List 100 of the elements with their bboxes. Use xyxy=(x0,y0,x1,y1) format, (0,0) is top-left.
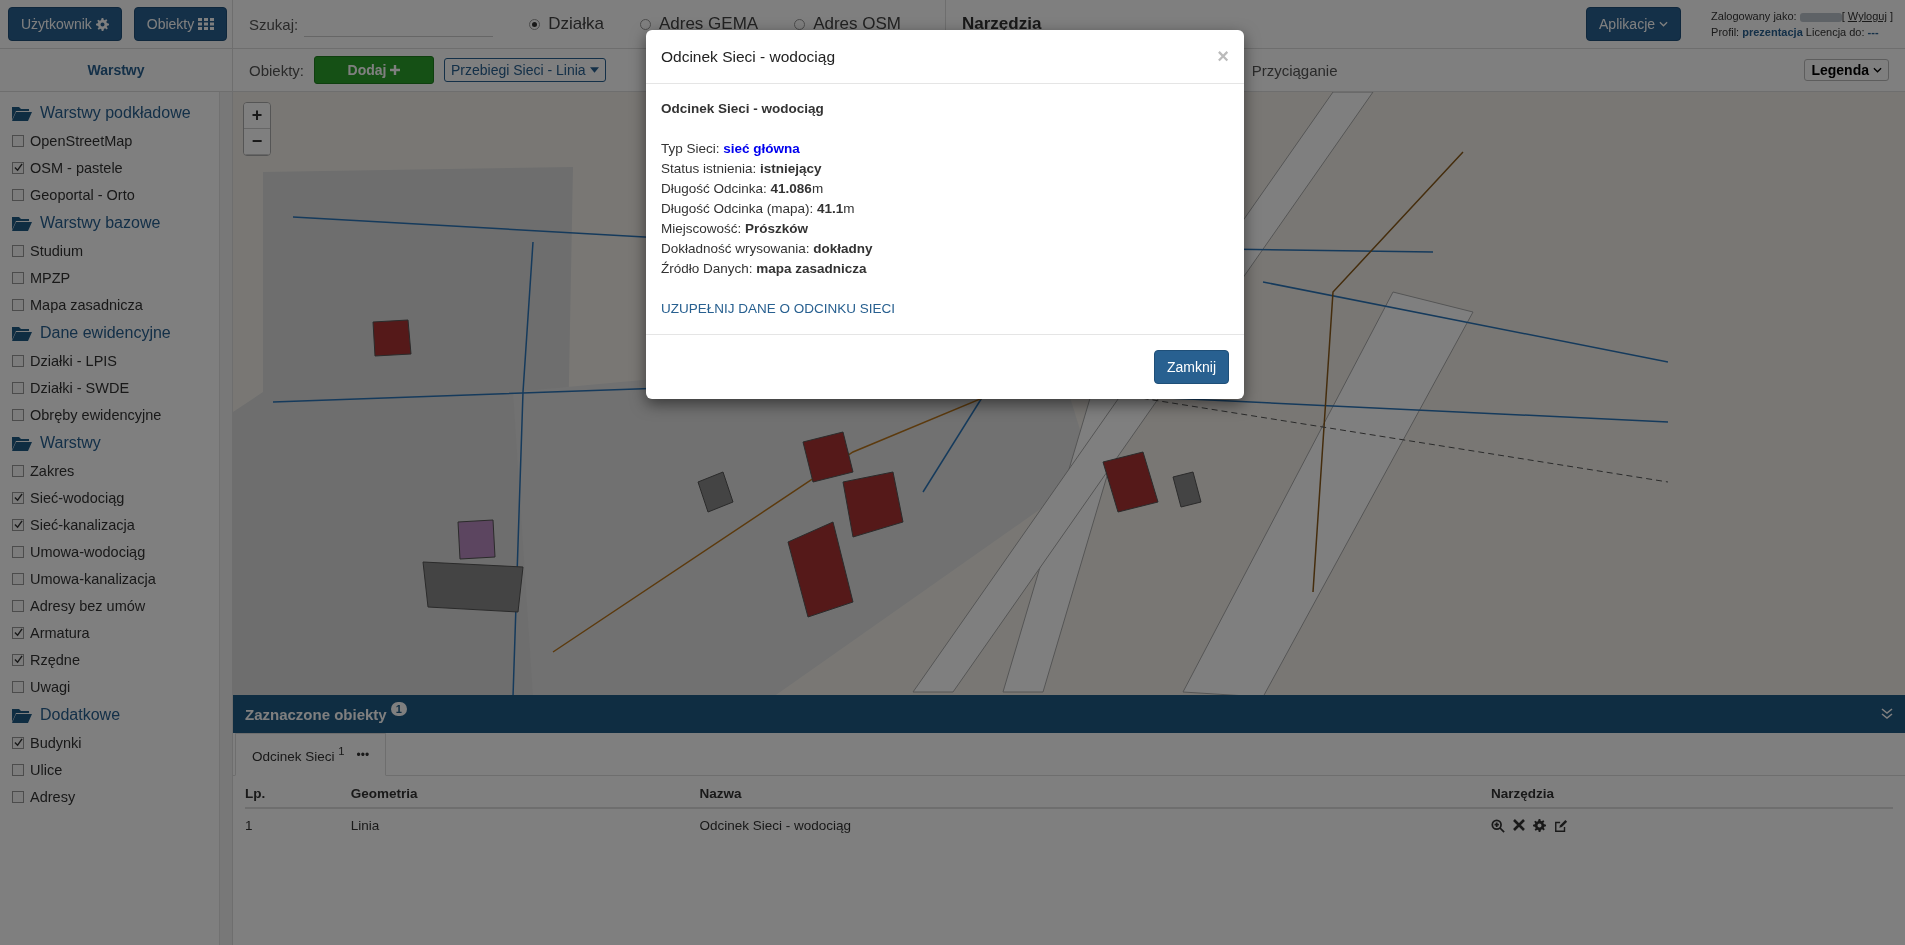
panel-title: Zaznaczone obiekty xyxy=(245,705,387,723)
caret-icon xyxy=(589,67,599,73)
layer-checkbox[interactable] xyxy=(12,736,24,749)
layer-checkbox[interactable] xyxy=(12,491,24,504)
folder-icon xyxy=(12,435,32,451)
layer-checkbox[interactable] xyxy=(12,599,24,612)
caret-icon xyxy=(1873,67,1882,73)
layer-label: Ulice xyxy=(30,761,63,778)
scrollbar[interactable] xyxy=(219,92,232,945)
attribute-line: Dokładność wrysowania: dokładny xyxy=(661,240,874,258)
objects-button[interactable]: Obiekty xyxy=(133,7,228,41)
layer-checkbox[interactable] xyxy=(12,545,24,558)
toolbar-label: Obiekty: xyxy=(249,61,305,79)
login-label: Zalogowany jako: xyxy=(1711,10,1797,22)
snapping-label[interactable]: Przyciąganie xyxy=(1251,61,1338,79)
close-icon[interactable] xyxy=(1512,818,1525,831)
collapse-icon[interactable] xyxy=(1881,708,1893,720)
layer-checkbox[interactable] xyxy=(12,518,24,531)
layer-checkbox[interactable] xyxy=(12,381,24,394)
legend-button[interactable]: Legenda xyxy=(1804,59,1889,81)
layer-checkbox[interactable] xyxy=(12,161,24,174)
layer-label: Działki - LPIS xyxy=(30,352,118,369)
folder-icon xyxy=(12,105,32,121)
profile-label: Profil: xyxy=(1711,26,1740,38)
column-header: Geometria xyxy=(350,776,700,808)
more-icon[interactable]: ••• xyxy=(356,747,370,762)
layer-checkbox[interactable] xyxy=(12,298,24,311)
settings-icon xyxy=(1532,818,1546,832)
layer-checkbox[interactable] xyxy=(12,464,24,477)
layer-checkbox[interactable] xyxy=(12,680,24,693)
complete-data-link[interactable]: UZUPEŁNIJ DANE O ODCINKU SIECI xyxy=(661,299,896,319)
layer-label: Budynki xyxy=(30,734,82,751)
radio-button[interactable] xyxy=(529,18,541,30)
count-badge: 1 xyxy=(390,702,407,716)
layer-label: Mapa zasadnicza xyxy=(30,296,143,313)
layer-label: Sieć-wodociąg xyxy=(30,489,125,506)
layer-checkbox[interactable] xyxy=(12,134,24,147)
user-button[interactable]: Użytkownik xyxy=(8,7,122,41)
sidebar-title: Warstwy xyxy=(0,49,233,91)
layer-label: Umowa-wodociąg xyxy=(30,543,146,560)
modal-heading: Odcinek Sieci - wodociąg xyxy=(661,100,825,118)
layer-label: Uwagi xyxy=(30,678,71,695)
layer-label: Działki - SWDE xyxy=(30,379,130,396)
attribute-line: Status istnienia: istniejący xyxy=(661,160,823,178)
license-value: --- xyxy=(1867,26,1879,38)
layer-label: Zakres xyxy=(30,462,75,479)
layer-checkbox[interactable] xyxy=(12,408,24,421)
grid-icon xyxy=(198,18,215,30)
plus-icon xyxy=(390,65,401,75)
caret-icon xyxy=(1659,21,1669,27)
layer-label: OSM - pastele xyxy=(30,159,123,176)
layer-checkbox[interactable] xyxy=(12,271,24,284)
layer-checkbox[interactable] xyxy=(12,790,24,803)
redacted-username xyxy=(1799,12,1842,22)
layer-label: Obręby ewidencyjne xyxy=(30,406,162,423)
apps-button[interactable]: Aplikacje xyxy=(1586,7,1682,41)
layer-checkbox[interactable] xyxy=(12,653,24,666)
bracket: ] xyxy=(1889,10,1893,22)
layer-label: Rzędne xyxy=(30,651,80,668)
column-header: Nazwa xyxy=(699,776,1491,808)
radio-label: Działka xyxy=(548,14,604,34)
layer-checkbox[interactable] xyxy=(12,572,24,585)
layer-label: Sieć-kanalizacja xyxy=(30,516,135,533)
modal-title: Odcinek Sieci - wodociąg xyxy=(661,47,836,66)
layer-label: Adresy bez umów xyxy=(30,597,146,614)
layer-checkbox[interactable] xyxy=(12,763,24,776)
attribute-line: Długość Odcinka: 41.086m xyxy=(661,180,825,198)
group-title: Warstwy podkładowe xyxy=(40,104,191,122)
logout-link[interactable]: Wyloguj xyxy=(1847,10,1887,22)
layer-label: MPZP xyxy=(30,269,71,286)
layer-checkbox[interactable] xyxy=(12,188,24,201)
zoom-in-button[interactable]: + xyxy=(244,103,270,129)
layer-checkbox[interactable] xyxy=(12,626,24,639)
group-title: Warstwy xyxy=(40,434,101,452)
layer-checkbox[interactable] xyxy=(12,354,24,367)
radio-button[interactable] xyxy=(794,18,806,30)
folder-icon xyxy=(12,707,32,723)
license-label: Licencja do: xyxy=(1805,26,1865,38)
folder-icon xyxy=(12,325,32,341)
group-title: Dodatkowe xyxy=(40,706,121,724)
bracket: [ xyxy=(1841,10,1845,22)
layer-checkbox[interactable] xyxy=(12,244,24,257)
add-button[interactable]: Dodaj xyxy=(314,56,435,84)
zoom-out-button[interactable]: − xyxy=(244,129,270,155)
group-title: Dane ewidencyjne xyxy=(40,324,171,342)
group-title: Warstwy bazowe xyxy=(40,214,161,232)
close-dialog-button[interactable]: Zamknij xyxy=(1154,350,1229,384)
attribute-line: Typ Sieci: sieć główna xyxy=(661,140,801,158)
edit-icon[interactable] xyxy=(1553,818,1568,833)
layer-select[interactable]: Przebiegi Sieci - Linia xyxy=(444,58,606,82)
gear-icon xyxy=(95,17,109,31)
zoom-icon[interactable] xyxy=(1490,818,1505,833)
table-cell: Odcinek Sieci - wodociąg xyxy=(699,808,1491,842)
column-header: Narzędzia xyxy=(1490,776,1893,808)
radio-label: Adres OSM xyxy=(813,14,901,34)
result-tab[interactable]: Odcinek Sieci $^{1}$ ••• xyxy=(235,733,387,776)
table-cell: Linia xyxy=(350,808,700,842)
layer-label: Studium xyxy=(30,242,84,259)
radio-button[interactable] xyxy=(639,18,651,30)
search-label: Szukaj: xyxy=(249,15,299,33)
